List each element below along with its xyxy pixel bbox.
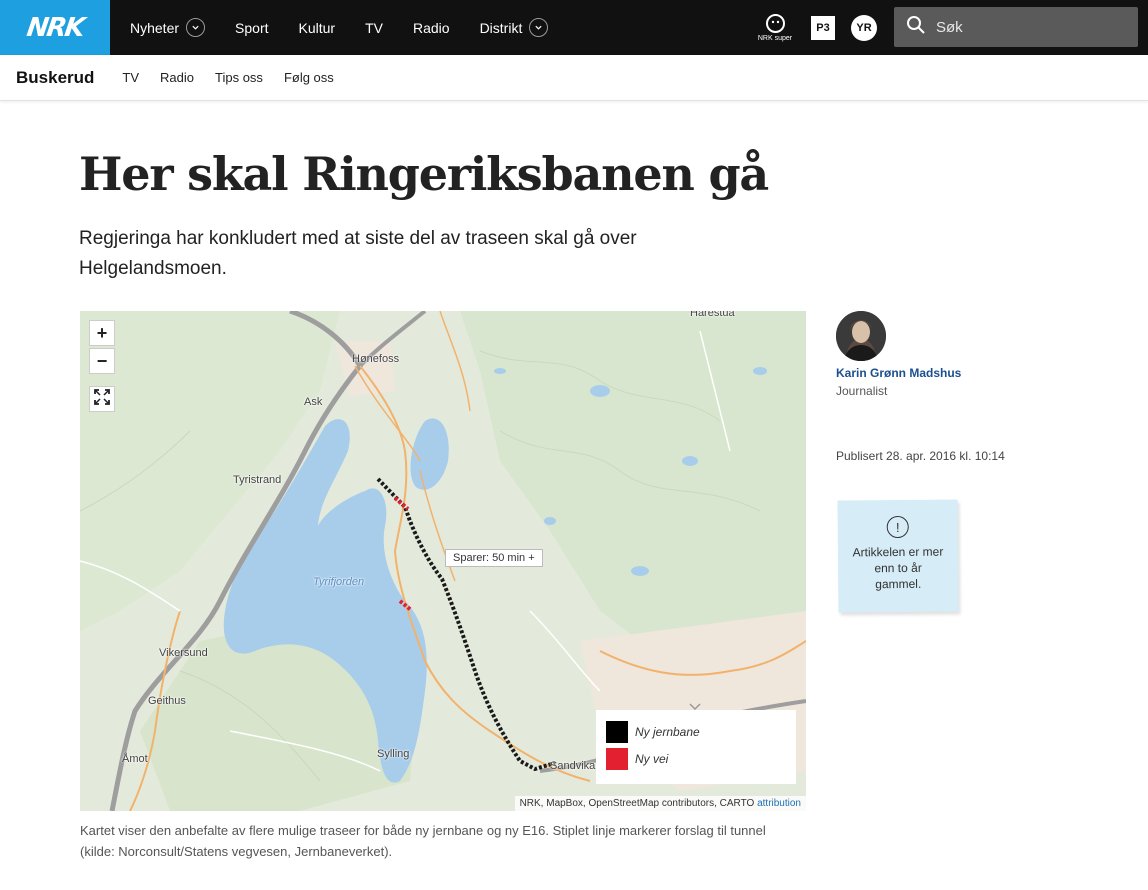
subnav-item-tips-oss[interactable]: Tips oss <box>215 70 263 85</box>
legend-label: Ny vei <box>635 751 669 766</box>
yr-label: YR <box>856 21 872 34</box>
age-notice: ! Artikkelen er mer enn to år gammel. <box>837 499 959 613</box>
top-navigation-bar: NRK Nyheter Sport Kultur TV Radio Distri… <box>0 0 1148 55</box>
nrk-logo[interactable]: NRK <box>0 0 110 55</box>
p3-label: P3 <box>816 21 830 34</box>
nav-item-label: Nyheter <box>130 19 180 36</box>
service-icons: NRK super P3 YR <box>755 0 893 55</box>
chevron-down-icon[interactable] <box>186 18 206 37</box>
published-date: Publisert 28. apr. 2016 kl. 10:14 <box>836 449 1005 463</box>
nav-item-distrikt[interactable]: Distrikt <box>480 18 549 37</box>
search-input[interactable] <box>936 18 1116 36</box>
subnav-item-tv[interactable]: TV <box>122 70 139 85</box>
nav-item-sport[interactable]: Sport <box>235 20 268 36</box>
smiley-icon <box>765 13 785 33</box>
rail-swatch <box>606 720 628 743</box>
road-swatch <box>606 747 628 770</box>
main-nav: Nyheter Sport Kultur TV Radio Distrikt <box>130 0 578 55</box>
nav-item-label: Distrikt <box>479 19 523 36</box>
map-label-sylling: Sylling <box>377 748 410 760</box>
map-label-harestua: Harestua <box>690 311 735 319</box>
map-caption: Kartet viser den anbefalte av flere muli… <box>80 823 766 859</box>
nav-item-label: TV <box>365 19 383 36</box>
search-icon[interactable] <box>906 15 926 39</box>
map-label-amot: Åmot <box>122 753 148 765</box>
article-lead: Regjeringa har konkludert med at siste d… <box>79 228 637 279</box>
age-notice-text: Artikkelen er mer enn to år gammel. <box>852 544 944 592</box>
map-label-ask: Ask <box>304 396 323 408</box>
nav-item-radio[interactable]: Radio <box>413 20 450 36</box>
nav-item-label: Sport <box>235 19 269 36</box>
section-title[interactable]: Buskerud <box>16 68 94 88</box>
nrk-super-label: NRK super <box>757 34 793 42</box>
attribution-text: NRK, MapBox, OpenStreetMap contributors,… <box>519 798 755 809</box>
author-avatar[interactable] <box>836 311 886 361</box>
nav-item-kultur[interactable]: Kultur <box>299 20 336 36</box>
nav-item-label: Kultur <box>298 19 336 36</box>
nav-item-tv[interactable]: TV <box>365 20 383 36</box>
nrk-logo-text: NRK <box>24 12 86 43</box>
article-headline: Her skal Ringeriksbanen gå <box>79 147 769 201</box>
map-label-honefoss: Hønefoss <box>352 353 400 365</box>
route-map[interactable]: + − Harestua Hønefoss Ask Tyristrand Tyr… <box>80 311 806 811</box>
author-name[interactable]: Karin Grønn Madshus <box>836 366 961 380</box>
legend-label: Ny jernbane <box>635 724 700 739</box>
search-box[interactable] <box>894 7 1138 47</box>
chevron-down-icon[interactable] <box>529 18 549 37</box>
exclamation-icon: ! <box>886 515 909 539</box>
map-label-vikersund: Vikersund <box>159 647 208 659</box>
nav-item-nyheter[interactable]: Nyheter <box>130 18 206 37</box>
subnav-item-folg-oss[interactable]: Følg oss <box>284 70 334 85</box>
p3-icon[interactable]: P3 <box>811 15 835 40</box>
legend-item-road: Ny vei <box>606 745 786 772</box>
map-label-sandvika: Sandvika <box>550 760 596 772</box>
section-navigation: Buskerud TV Radio Tips oss Følg oss <box>0 55 1148 101</box>
nrk-super-icon[interactable]: NRK super <box>755 10 795 46</box>
map-legend: Ny jernbane Ny vei <box>596 710 796 784</box>
fullscreen-icon <box>94 388 110 410</box>
map-label-tyrifjorden: Tyrifjorden <box>313 576 365 588</box>
attribution-link[interactable]: attribution <box>757 798 801 809</box>
time-saving-popup[interactable]: Sparer: 50 min + <box>445 549 543 567</box>
nav-item-label: Radio <box>412 19 450 36</box>
fullscreen-button[interactable] <box>89 386 115 412</box>
zoom-in-button[interactable]: + <box>89 320 115 346</box>
yr-icon[interactable]: YR <box>851 14 877 41</box>
zoom-out-button[interactable]: − <box>89 348 115 374</box>
author-role: Journalist <box>836 384 888 398</box>
map-label-geithus: Geithus <box>148 695 186 707</box>
map-attribution: NRK, MapBox, OpenStreetMap contributors,… <box>514 796 806 811</box>
subnav-item-radio[interactable]: Radio <box>160 70 194 85</box>
chevron-down-icon[interactable] <box>686 698 704 711</box>
map-label-tyristrand: Tyristrand <box>233 474 282 486</box>
legend-item-rail: Ny jernbane <box>606 718 786 745</box>
